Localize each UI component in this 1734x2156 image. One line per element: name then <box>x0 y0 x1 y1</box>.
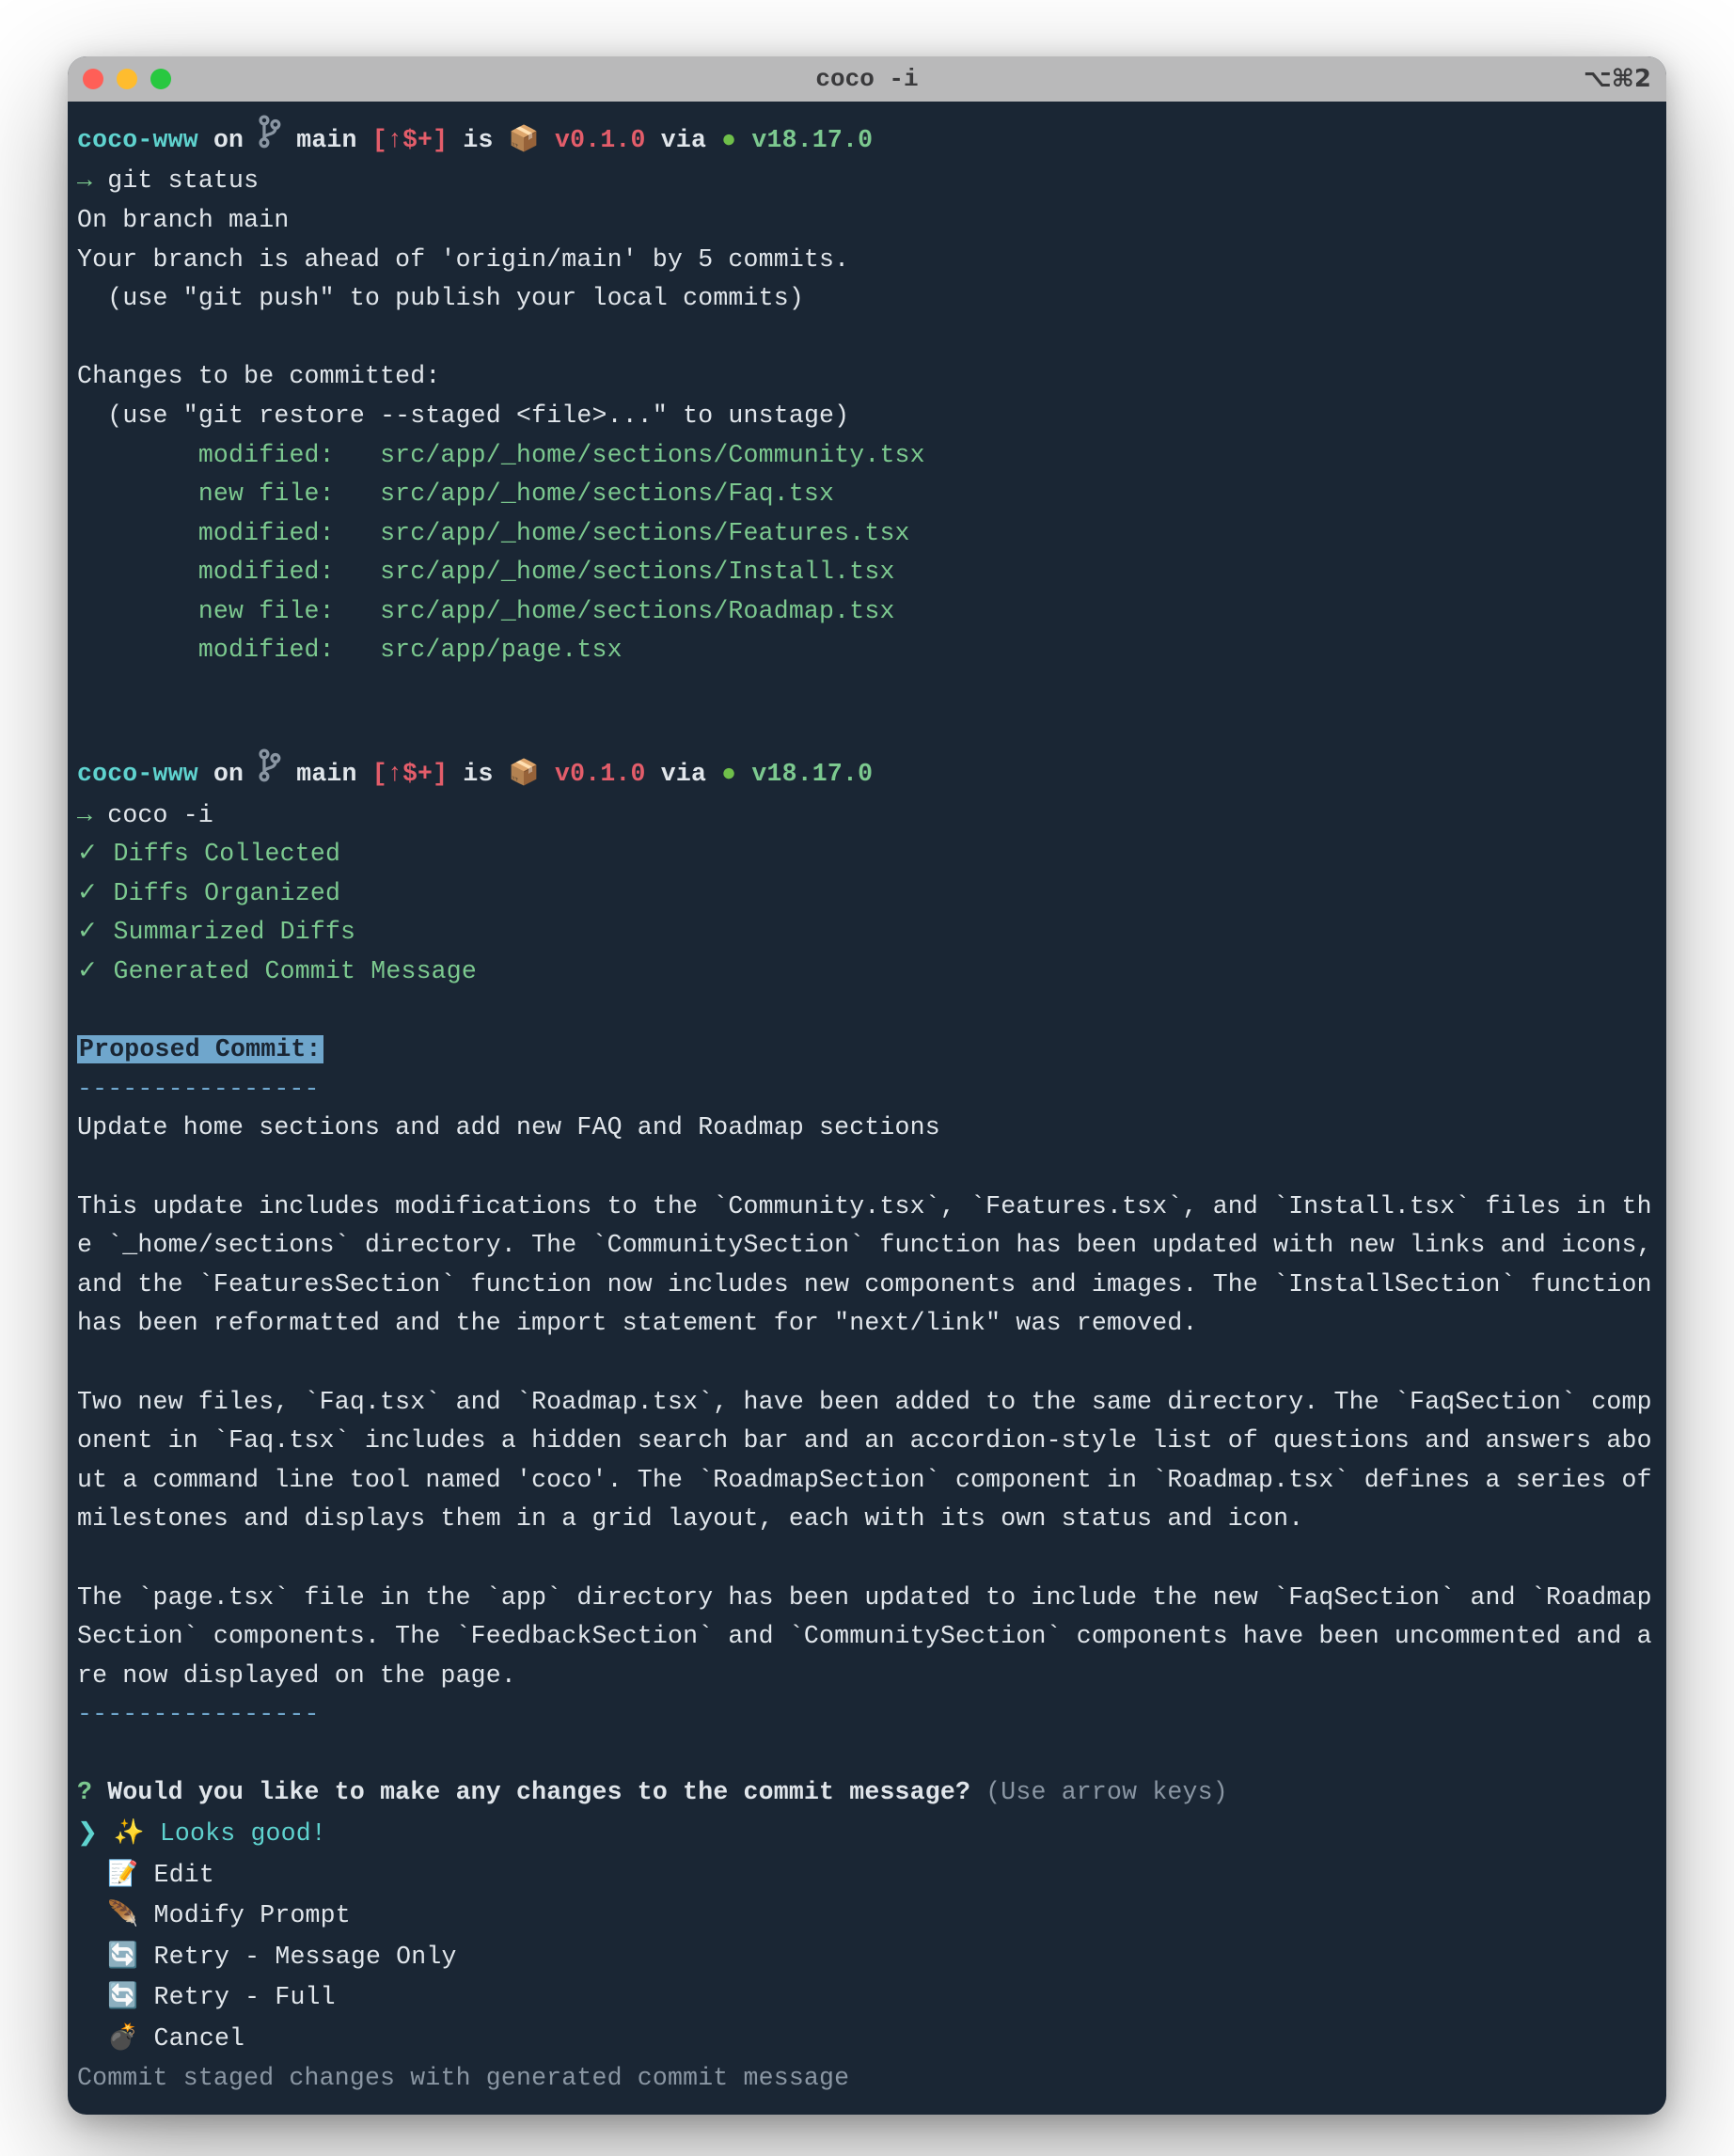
command-input: coco -i <box>107 801 213 829</box>
step-label: Summarized Diffs <box>114 918 356 946</box>
step-label: Diffs Organized <box>114 879 341 907</box>
prompt-arrow: → <box>77 166 92 195</box>
proposed-commit-header: Proposed Commit: <box>77 1035 323 1063</box>
check-icon: ✓ <box>77 918 98 946</box>
command-input: git status <box>107 166 259 195</box>
branch-icon <box>259 748 281 795</box>
git-file-line: modified: src/app/page.tsx <box>77 636 623 664</box>
divider: ---------------- <box>77 1700 320 1728</box>
package-icon: 📦 <box>509 758 540 786</box>
memo-icon: 📝 <box>107 1859 138 1887</box>
commit-body-para: This update includes modifications to th… <box>77 1192 1666 1338</box>
git-output-line: On branch main <box>77 206 289 234</box>
git-file-line: modified: src/app/_home/sections/Communi… <box>77 441 925 469</box>
refresh-icon: 🔄 <box>107 1941 138 1969</box>
titlebar[interactable]: coco -i ⌥⌘2 <box>68 56 1666 102</box>
branch-icon <box>259 115 281 162</box>
menu-item-retry-msg[interactable]: Retry - Message Only <box>154 1943 457 1971</box>
check-icon: ✓ <box>77 879 98 907</box>
prompt-branch: main <box>296 760 356 788</box>
prompt-dir: coco-www <box>77 760 198 788</box>
prompt-nodever: v18.17.0 <box>751 760 873 788</box>
menu-item-modify-prompt[interactable]: Modify Prompt <box>154 1901 351 1929</box>
prompt-is: is <box>463 126 493 154</box>
node-icon: ● <box>721 126 736 154</box>
prompt-status: [↑$+] <box>372 126 449 154</box>
terminal-window: coco -i ⌥⌘2 coco-www on main [↑$+] is 📦 … <box>68 56 1666 2115</box>
menu-item-cancel[interactable]: Cancel <box>154 2024 245 2053</box>
prompt-branch: main <box>296 126 356 154</box>
prompt-on: on <box>213 760 244 788</box>
bomb-icon: 💣 <box>107 2022 138 2051</box>
git-file-line: modified: src/app/_home/sections/Install… <box>77 558 895 586</box>
prompt-pkgver: v0.1.0 <box>555 126 646 154</box>
question-mark-icon: ? <box>77 1778 92 1806</box>
prompt-via: via <box>661 126 706 154</box>
menu-item-retry-full[interactable]: Retry - Full <box>154 1983 336 2011</box>
menu-pointer-icon: ❯ <box>77 1819 98 1848</box>
prompt-is: is <box>463 760 493 788</box>
prompt-arrow: → <box>77 801 92 829</box>
git-file-line: new file: src/app/_home/sections/Roadmap… <box>77 597 895 625</box>
git-file-line: new file: src/app/_home/sections/Faq.tsx <box>77 480 834 508</box>
git-output-line: (use "git restore --staged <file>..." to… <box>77 401 849 430</box>
git-output-line: Your branch is ahead of 'origin/main' by… <box>77 245 849 274</box>
check-icon: ✓ <box>77 957 98 985</box>
window-title: coco -i <box>68 65 1666 93</box>
prompt-pkgver: v0.1.0 <box>555 760 646 788</box>
prompt-on: on <box>213 126 244 154</box>
commit-body-para: The `page.tsx` file in the `app` directo… <box>77 1583 1652 1690</box>
divider: ---------------- <box>77 1075 320 1103</box>
package-icon: 📦 <box>509 124 540 152</box>
menu-item-looks-good[interactable]: Looks good! <box>160 1819 326 1848</box>
feather-icon: 🪶 <box>107 1899 138 1928</box>
commit-body-para: Two new files, `Faq.tsx` and `Roadmap.ts… <box>77 1388 1666 1534</box>
step-label: Generated Commit Message <box>114 957 477 985</box>
prompt-nodever: v18.17.0 <box>751 126 873 154</box>
prompt-dir: coco-www <box>77 126 198 154</box>
terminal-body[interactable]: coco-www on main [↑$+] is 📦 v0.1.0 via ●… <box>68 102 1666 2115</box>
git-file-line: modified: src/app/_home/sections/Feature… <box>77 519 910 547</box>
node-icon: ● <box>721 760 736 788</box>
prompt-status: [↑$+] <box>372 760 449 788</box>
step-label: Diffs Collected <box>114 840 341 868</box>
sparkles-icon: ✨ <box>114 1818 145 1846</box>
hint-text: (Use arrow keys) <box>985 1778 1228 1806</box>
footer-hint: Commit staged changes with generated com… <box>77 2064 849 2092</box>
check-icon: ✓ <box>77 840 98 868</box>
commit-title: Update home sections and add new FAQ and… <box>77 1113 940 1141</box>
refresh-icon: 🔄 <box>107 1981 138 2009</box>
menu-item-edit[interactable]: Edit <box>154 1861 214 1889</box>
prompt-via: via <box>661 760 706 788</box>
git-output-line: Changes to be committed: <box>77 362 440 390</box>
git-output-line: (use "git push" to publish your local co… <box>77 284 804 312</box>
question-text: Would you like to make any changes to th… <box>107 1778 970 1806</box>
